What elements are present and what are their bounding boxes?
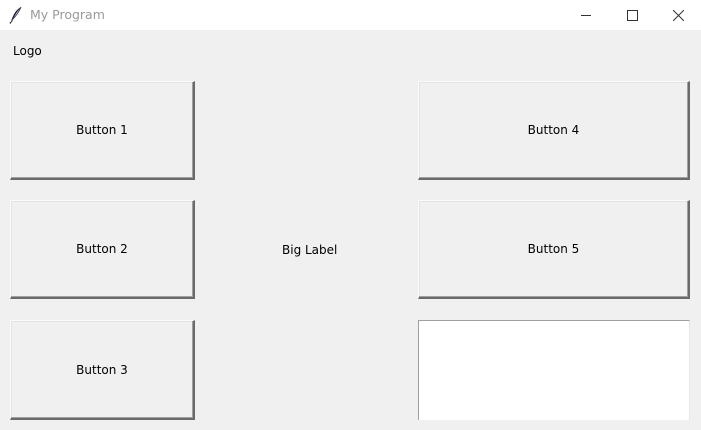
maximize-icon	[626, 6, 638, 25]
window-title: My Program	[30, 7, 105, 22]
minimize-button[interactable]	[563, 0, 609, 30]
app-window: My Program Logo Button 1 Button 2 Button…	[0, 0, 701, 430]
text-area[interactable]	[418, 320, 690, 420]
button-5[interactable]: Button 5	[418, 200, 690, 299]
title-bar[interactable]: My Program	[0, 0, 701, 30]
button-3[interactable]: Button 3	[10, 320, 195, 420]
button-1[interactable]: Button 1	[10, 81, 195, 180]
button-2[interactable]: Button 2	[10, 200, 195, 299]
big-label: Big Label	[282, 243, 338, 257]
maximize-button[interactable]	[609, 0, 655, 30]
feather-icon	[8, 6, 24, 24]
minimize-icon	[580, 6, 592, 25]
close-icon	[672, 6, 684, 25]
button-4[interactable]: Button 4	[418, 81, 690, 180]
close-button[interactable]	[655, 0, 701, 30]
logo-label: Logo	[13, 44, 42, 58]
